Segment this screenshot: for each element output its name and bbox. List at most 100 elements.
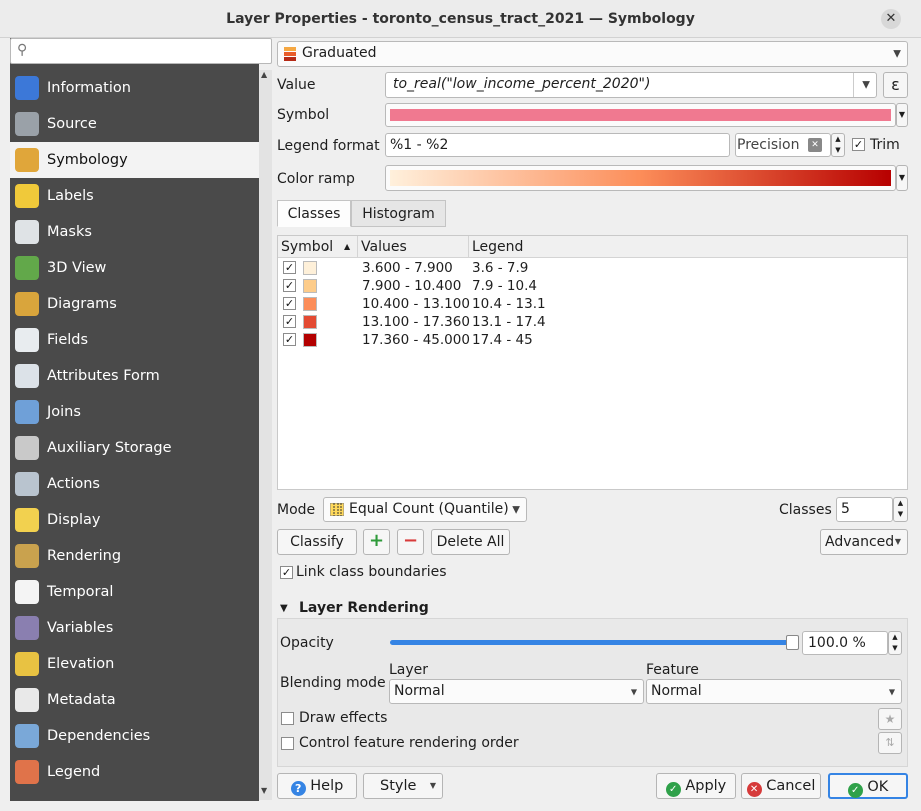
sidebar-item-elevation[interactable]: Elevation [10, 646, 259, 682]
sidebar-item-joins[interactable]: Joins [10, 394, 259, 430]
sidebar-search-input[interactable]: ⚲ [10, 38, 272, 64]
sidebar-item-information[interactable]: Information [10, 70, 259, 106]
sidebar-item-label: Display [47, 512, 101, 528]
sidebar-item-actions[interactable]: Actions [10, 466, 259, 502]
delete-all-button[interactable]: Delete All [431, 529, 510, 555]
symbol-menu-button[interactable]: ▼ [896, 103, 908, 127]
chevron-down-icon[interactable]: ▼ [862, 80, 870, 91]
class-visible-checkbox[interactable]: ✓ [283, 297, 296, 310]
class-legend-cell[interactable]: 7.9 - 10.4 [472, 277, 537, 295]
scroll-down-icon[interactable]: ▼ [261, 786, 267, 795]
classes-spinbox[interactable]: 5 [836, 497, 893, 522]
class-values-cell[interactable]: 10.400 - 13.100 [362, 295, 470, 313]
classes-stepper[interactable]: ▲ ▼ [893, 497, 908, 522]
help-icon: ? [290, 781, 306, 796]
class-symbol-swatch[interactable] [303, 279, 317, 293]
remove-class-button[interactable]: − [397, 529, 424, 555]
precision-stepper[interactable]: ▲ ▼ [831, 133, 845, 157]
class-visible-checkbox[interactable]: ✓ [283, 279, 296, 292]
mode-label: Mode [277, 502, 316, 518]
sidebar-item-variables[interactable]: Variables [10, 610, 259, 646]
sidebar-item-rendering[interactable]: Rendering [10, 538, 259, 574]
precision-spinbox[interactable]: Precision ✕ [735, 133, 831, 157]
sidebar-item-diagrams[interactable]: Diagrams [10, 286, 259, 322]
rendering-icon [15, 544, 39, 568]
sidebar-item-temporal[interactable]: Temporal [10, 574, 259, 610]
table-row[interactable]: ✓ 17.360 - 45.000 17.4 - 45 [278, 331, 907, 349]
opacity-stepper[interactable]: ▲ ▼ [888, 631, 902, 655]
table-row[interactable]: ✓ 10.400 - 13.100 10.4 - 13.1 [278, 295, 907, 313]
sidebar-item-labels[interactable]: Labels [10, 178, 259, 214]
tab-classes[interactable]: Classes [277, 200, 351, 227]
class-visible-checkbox[interactable]: ✓ [283, 333, 296, 346]
layer-blend-select[interactable]: Normal ▼ [389, 679, 644, 704]
sort-order-icon[interactable]: ⇅ [878, 732, 902, 754]
sidebar-item-legend[interactable]: Legend [10, 754, 259, 790]
help-button[interactable]: ? Help [277, 773, 357, 799]
scroll-up-icon[interactable]: ▲ [261, 70, 267, 79]
class-visible-checkbox[interactable]: ✓ [283, 315, 296, 328]
layer-rendering-title[interactable]: Layer Rendering [299, 600, 429, 616]
collapse-triangle-icon[interactable]: ▼ [280, 603, 288, 614]
feature-blend-select[interactable]: Normal ▼ [646, 679, 902, 704]
sidebar-item-dependencies[interactable]: Dependencies [10, 718, 259, 754]
class-values-cell[interactable]: 13.100 - 17.360 [362, 313, 470, 331]
symbol-button[interactable] [385, 103, 896, 127]
value-expression-input[interactable]: to_real("low_income_percent_2020") ▼ [385, 72, 877, 98]
class-values-cell[interactable]: 3.600 - 7.900 [362, 259, 453, 277]
draw-effects-checkbox[interactable] [281, 712, 294, 725]
advanced-button[interactable]: Advanced ▼ [820, 529, 908, 555]
class-values-cell[interactable]: 7.900 - 10.400 [362, 277, 461, 295]
sidebar-item-masks[interactable]: Masks [10, 214, 259, 250]
opacity-slider[interactable] [390, 640, 790, 645]
opacity-slider-handle[interactable] [786, 635, 799, 650]
add-class-button[interactable]: + [363, 529, 390, 555]
class-visible-checkbox[interactable]: ✓ [283, 261, 296, 274]
sidebar-item-label: Rendering [47, 548, 122, 564]
classify-button[interactable]: Classify [277, 529, 357, 555]
color-ramp-button[interactable] [385, 165, 896, 191]
class-symbol-swatch[interactable] [303, 297, 317, 311]
class-legend-cell[interactable]: 10.4 - 13.1 [472, 295, 546, 313]
class-legend-cell[interactable]: 3.6 - 7.9 [472, 259, 528, 277]
mode-select[interactable]: Equal Count (Quantile) ▼ [323, 497, 527, 522]
sidebar-item-metadata[interactable]: Metadata [10, 682, 259, 718]
trim-checkbox[interactable]: ✓ [852, 138, 865, 151]
class-legend-cell[interactable]: 13.1 - 17.4 [472, 313, 546, 331]
ok-button[interactable]: ✓ OK [828, 773, 908, 799]
value-expression-text: to_real("low_income_percent_2020") [393, 76, 651, 92]
color-ramp-menu-button[interactable]: ▼ [896, 165, 908, 191]
class-symbol-swatch[interactable] [303, 261, 317, 275]
close-button[interactable]: ✕ [881, 9, 901, 29]
table-row[interactable]: ✓ 7.900 - 10.400 7.9 - 10.4 [278, 277, 907, 295]
sidebar-scrollbar[interactable]: ▲ ▼ [259, 70, 272, 800]
tab-histogram[interactable]: Histogram [351, 200, 446, 227]
apply-button[interactable]: ✓ Apply [656, 773, 736, 799]
sidebar-item-attributes-form[interactable]: Attributes Form [10, 358, 259, 394]
clear-icon[interactable]: ✕ [808, 138, 822, 152]
effects-star-icon[interactable]: ★ [878, 708, 902, 730]
table-row[interactable]: ✓ 13.100 - 17.360 13.1 - 17.4 [278, 313, 907, 331]
legend-format-input[interactable]: %1 - %2 [385, 133, 730, 157]
link-class-boundaries-checkbox[interactable]: ✓ [280, 566, 293, 579]
class-symbol-swatch[interactable] [303, 333, 317, 347]
sidebar-item-symbology[interactable]: Symbology [10, 142, 259, 178]
table-row[interactable]: ✓ 3.600 - 7.900 3.6 - 7.9 [278, 259, 907, 277]
renderer-type-select[interactable]: Graduated ▼ [277, 41, 908, 67]
sidebar-item-source[interactable]: Source [10, 106, 259, 142]
sidebar-item-auxiliary-storage[interactable]: Auxiliary Storage [10, 430, 259, 466]
class-symbol-swatch[interactable] [303, 315, 317, 329]
sidebar-item-display[interactable]: Display [10, 502, 259, 538]
column-header-symbol[interactable]: Symbol ▲ [278, 236, 358, 258]
column-header-legend[interactable]: Legend [469, 236, 907, 258]
cancel-button[interactable]: ✕ Cancel [741, 773, 821, 799]
expression-builder-button[interactable]: ε [883, 72, 908, 98]
column-header-values[interactable]: Values [358, 236, 469, 258]
class-legend-cell[interactable]: 17.4 - 45 [472, 331, 533, 349]
opacity-spinbox[interactable]: 100.0 % [802, 631, 888, 655]
style-button[interactable]: Style ▼ [363, 773, 443, 799]
control-rendering-order-checkbox[interactable] [281, 737, 294, 750]
sidebar-item-3d-view[interactable]: 3D View [10, 250, 259, 286]
sidebar-item-fields[interactable]: Fields [10, 322, 259, 358]
class-values-cell[interactable]: 17.360 - 45.000 [362, 331, 470, 349]
